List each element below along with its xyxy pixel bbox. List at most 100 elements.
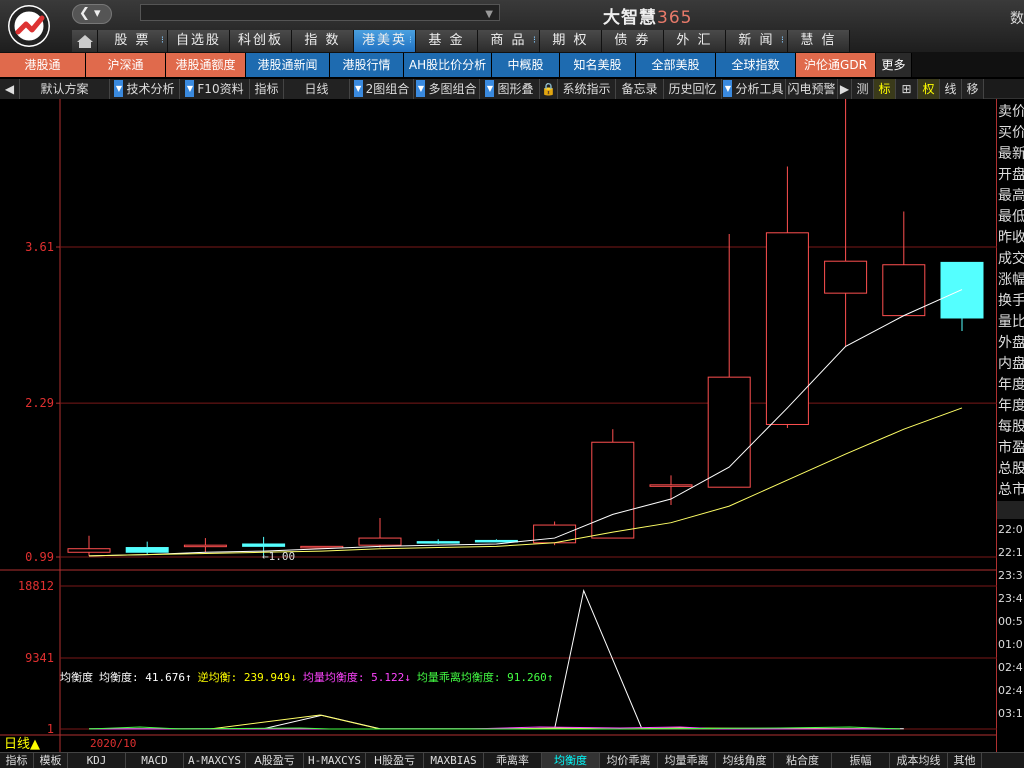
indicator-tab-16[interactable]: 成本均线 (890, 753, 948, 768)
candle-body (67, 548, 111, 553)
menu-dots-icon[interactable]: ⁝ (781, 30, 784, 52)
mainnav-item-3[interactable]: 指 数 (292, 30, 354, 52)
indicator-tab-7[interactable]: H股盈亏 (366, 753, 424, 768)
toolbar-item-8[interactable]: ▼图形叠加 (480, 79, 540, 116)
toolbar-item-15[interactable]: ▶ (838, 79, 852, 99)
indicator-tab-12[interactable]: 均量乖离 (658, 753, 716, 768)
toolbar-label: 备忘录 (621, 82, 658, 96)
toolbar-item-20[interactable]: 线 (940, 79, 962, 99)
app-logo-icon (8, 5, 50, 47)
mainnav-item-9[interactable]: 外 汇 (664, 30, 726, 52)
search-input[interactable]: ▼ (140, 4, 500, 21)
menu-dots-icon[interactable]: ⁝ (533, 30, 536, 52)
indicator-tab-9[interactable]: 乖离率 (484, 753, 542, 768)
indicator-tab-13[interactable]: 均线角度 (716, 753, 774, 768)
chart-canvas[interactable]: 3.61 2.29 0.99 ←1.00 18812 9341 1 2020/10 日线▲ (0, 99, 997, 752)
mainnav-item-6[interactable]: 商 品 ⁝ (478, 30, 540, 52)
toolbar-item-14[interactable]: 闪电预警 (786, 79, 838, 99)
subnav-item-7[interactable]: 知名美股 (560, 53, 636, 77)
subnav-item-4[interactable]: 港股行情 (330, 53, 404, 77)
indicator-tab-2[interactable]: KDJ (68, 753, 126, 768)
subnav-item-11[interactable]: 更多 (876, 53, 912, 77)
dropdown-arrow-icon[interactable]: ▼ (485, 80, 495, 97)
period-label[interactable]: 日线▲ (4, 737, 40, 752)
toolbar-item-16[interactable]: 测 (852, 79, 874, 99)
candle-body (416, 541, 460, 544)
indicator-tab-15[interactable]: 振幅 (832, 753, 890, 768)
mainnav-item-0[interactable]: 股 票 ⁝ (98, 30, 168, 52)
menu-dots-icon[interactable]: ⁝ (161, 30, 164, 52)
subnav-item-8[interactable]: 全部美股 (636, 53, 716, 77)
toolbar-item-7[interactable]: ▼ 多图组合 (414, 79, 480, 99)
dropdown-arrow-icon[interactable]: ▼ (114, 80, 124, 97)
indicator-tab-bar: 指标 模板 KDJ MACD A-MAXCYS A股盈亏 H-MAXCYS H股盈亏 MAXBI… (0, 752, 1024, 768)
subnav-item-9[interactable]: 全球指数 (716, 53, 796, 77)
back-button[interactable]: ❮ ▾ (72, 4, 112, 24)
indicator-tick-label: 18812 (18, 579, 54, 593)
home-button[interactable] (72, 30, 98, 52)
indicator-tab-17[interactable]: 其他 (948, 753, 982, 768)
min-price-marker: ←1.00 (262, 550, 295, 563)
kline-chart[interactable]: 3.61 2.29 0.99 ←1.00 18812 9341 1 2020/10 日线▲ 均衡… (0, 99, 997, 752)
toolbar-item-5[interactable]: 日线 (284, 79, 350, 99)
tick-time: 02:4 (998, 661, 1023, 674)
mainnav-item-10[interactable]: 新 闻 ⁝ (726, 30, 788, 52)
mainnav-item-4[interactable]: 港美英 ⁝ (354, 30, 416, 52)
toolbar-item-10[interactable]: 系统指示 (558, 79, 616, 99)
dropdown-arrow-icon[interactable]: ▼ (353, 80, 363, 97)
indicator-value: 逆均衡: 239.949↓ (197, 671, 297, 684)
indicator-value: 均量均衡度: 5.122↓ (302, 671, 411, 684)
mainnav-item-8[interactable]: 债 券 (602, 30, 664, 52)
dropdown-arrow-icon[interactable]: ▼ (723, 80, 733, 97)
subnav-item-3[interactable]: 港股通新闻 (246, 53, 330, 77)
dropdown-arrow-icon[interactable]: ▼ (185, 80, 195, 97)
mainnav-label: 指 数 (304, 33, 341, 48)
candle-body (358, 537, 402, 546)
indicator-tab-5[interactable]: A股盈亏 (246, 753, 304, 768)
toolbar-item-12[interactable]: 历史回忆 (664, 79, 722, 99)
toolbar-item-17[interactable]: 标 (874, 79, 896, 99)
indicator-tab-3[interactable]: MACD (126, 753, 184, 768)
mainnav-item-1[interactable]: 自选股 (168, 30, 230, 52)
toolbar-item-19[interactable]: 权 (918, 79, 940, 99)
toolbar-item-13[interactable]: ▼ 分析工具 (722, 79, 786, 99)
toolbar-item-9[interactable]: 🔒 (540, 79, 558, 99)
toolbar-item-0[interactable]: ◀ (0, 79, 20, 99)
subnav-item-0[interactable]: 港股通 (0, 53, 86, 77)
toolbar-item-21[interactable]: 移 (962, 79, 984, 99)
indicator-tab-0[interactable]: 指标 (0, 753, 34, 768)
dropdown-arrow-icon[interactable]: ▼ (416, 80, 426, 97)
indicator-tab-6[interactable]: H-MAXCYS (304, 753, 366, 768)
mainnav-item-2[interactable]: 科创板 (230, 30, 292, 52)
toolbar-item-11[interactable]: 备忘录 (616, 79, 664, 99)
subnav-item-10[interactable]: 沪伦通GDR (796, 53, 876, 77)
quote-field-label: 量比 (998, 314, 1024, 330)
candle-body (940, 261, 984, 319)
indicator-tab-14[interactable]: 粘合度 (774, 753, 832, 768)
toolbar-item-1[interactable]: 默认方案 (20, 79, 110, 99)
indicator-tab-10[interactable]: 均衡度 (542, 753, 600, 768)
subnav-item-5[interactable]: AH股比价分析 (404, 53, 492, 77)
toolbar-label: 分析工具 (735, 82, 784, 96)
indicator-tab-1[interactable]: 模板 (34, 753, 68, 768)
toolbar-label: 2图组合 (365, 82, 410, 96)
subnav-item-1[interactable]: 沪深通 (86, 53, 166, 77)
toolbar-item-6[interactable]: ▼ 2图组合 (350, 79, 414, 99)
mainnav-item-11[interactable]: 慧 信 (788, 30, 850, 52)
search-dropdown-icon[interactable]: ▼ (485, 7, 493, 22)
mainnav-item-7[interactable]: 期 权 (540, 30, 602, 52)
mainnav-item-5[interactable]: 基 金 (416, 30, 478, 52)
toolbar-item-4[interactable]: 指标 (250, 79, 284, 99)
quote-field-label: 最高 (998, 188, 1024, 204)
indicator-tab-11[interactable]: 均价乖离 (600, 753, 658, 768)
toolbar-item-18[interactable]: ⊞ (896, 79, 918, 99)
toolbar-item-2[interactable]: ▼ 技术分析 (110, 79, 180, 99)
indicator-tab-4[interactable]: A-MAXCYS (184, 753, 246, 768)
indicator-tab-8[interactable]: MAXBIAS (424, 753, 484, 768)
menu-dots-icon[interactable]: ⁝ (409, 30, 412, 52)
subnav-item-6[interactable]: 中概股 (492, 53, 560, 77)
subnav-item-2[interactable]: 港股通额度 (166, 53, 246, 77)
toolbar-item-3[interactable]: ▼ F10资料 (180, 79, 250, 99)
toolbar-label: 多图组合 (428, 82, 477, 96)
candle-body (474, 539, 518, 543)
